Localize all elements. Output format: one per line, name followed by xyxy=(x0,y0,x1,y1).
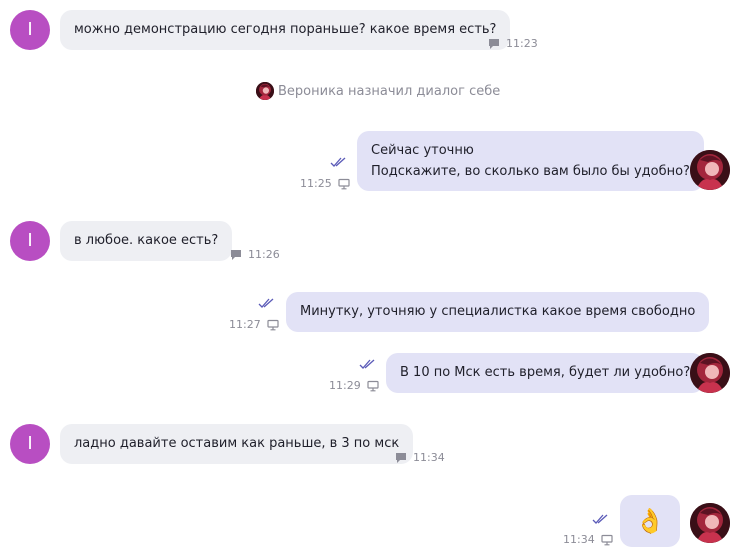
message-text: В 10 по Мск есть время, будет ли удобно? xyxy=(400,365,691,380)
operator-avatar[interactable] xyxy=(690,150,730,190)
message-text-line: Подскажите, во сколько вам было бы удобн… xyxy=(371,164,690,179)
message-meta: 11:25 xyxy=(300,177,350,190)
contact-avatar[interactable]: I xyxy=(10,221,50,261)
chat-icon xyxy=(488,38,500,50)
message-bubble: можно демонстрацию сегодня пораньше? как… xyxy=(60,10,511,50)
message-meta: 11:34 xyxy=(563,533,613,546)
message-meta: 11:34 xyxy=(395,451,445,464)
message-time: 11:29 xyxy=(329,379,361,392)
message-time: 11:23 xyxy=(506,37,538,50)
message-time: 11:34 xyxy=(413,451,445,464)
operator-avatar[interactable] xyxy=(690,503,730,543)
double-check-icon xyxy=(330,156,348,168)
message-bubble: 👌 xyxy=(620,495,680,547)
double-check-icon xyxy=(359,358,377,370)
monitor-icon xyxy=(601,534,613,546)
ok-hand-emoji: 👌 xyxy=(635,507,665,535)
message-bubble: В 10 по Мск есть время, будет ли удобно? xyxy=(386,353,705,393)
double-check-icon xyxy=(258,297,276,309)
double-check-icon xyxy=(592,513,610,525)
system-note-text: Вероника назначил диалог себе xyxy=(278,83,501,99)
message-time: 11:34 xyxy=(563,533,595,546)
message-text: ладно давайте оставим как раньше, в 3 по… xyxy=(74,436,400,451)
monitor-icon xyxy=(367,380,379,392)
message-time: 11:26 xyxy=(248,248,280,261)
message-text: в любое. какое есть? xyxy=(74,233,219,248)
message-bubble: Сейчас уточню Подскажите, во сколько вам… xyxy=(357,131,704,191)
message-meta: 11:27 xyxy=(229,318,279,331)
message-text-line: Сейчас уточню xyxy=(371,143,474,158)
system-note: Вероника назначил диалог себе xyxy=(256,81,500,101)
message-time: 11:25 xyxy=(300,177,332,190)
message-text: Минутку, уточняю у специалистка какое вр… xyxy=(300,304,696,319)
message-bubble: ладно давайте оставим как раньше, в 3 по… xyxy=(60,424,414,464)
contact-avatar[interactable]: I xyxy=(10,424,50,464)
monitor-icon xyxy=(267,319,279,331)
message-meta: 11:23 xyxy=(488,37,538,50)
message-time: 11:27 xyxy=(229,318,261,331)
message-text: можно демонстрацию сегодня пораньше? как… xyxy=(74,22,497,37)
message-bubble: Минутку, уточняю у специалистка какое вр… xyxy=(286,292,710,332)
operator-avatar[interactable] xyxy=(690,353,730,393)
monitor-icon xyxy=(338,178,350,190)
message-bubble: в любое. какое есть? xyxy=(60,221,233,261)
message-meta: 11:29 xyxy=(329,379,379,392)
message-meta: 11:26 xyxy=(230,248,280,261)
operator-avatar xyxy=(256,82,274,100)
contact-avatar[interactable]: I xyxy=(10,10,50,50)
chat-icon xyxy=(395,452,407,464)
chat-icon xyxy=(230,249,242,261)
